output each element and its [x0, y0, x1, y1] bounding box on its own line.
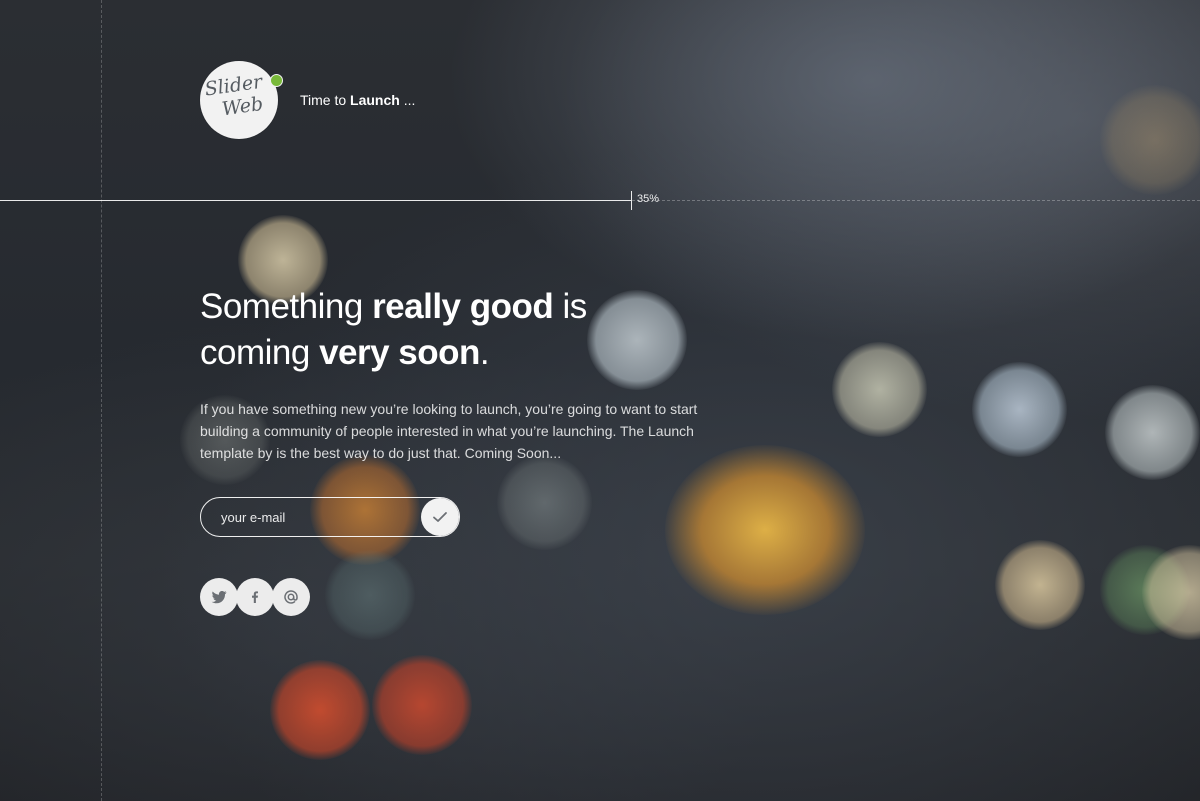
bokeh-light: [270, 660, 370, 760]
headline-part-2: is: [553, 287, 588, 326]
headline-part-3: coming: [200, 333, 320, 372]
bokeh-light: [372, 655, 472, 755]
twitter-icon: [211, 590, 227, 604]
progress-remaining: [632, 200, 1200, 201]
logo-text: Slider Web: [197, 69, 280, 123]
bokeh-light: [1100, 85, 1200, 195]
bokeh-light: [972, 362, 1067, 457]
progress-fill: [0, 200, 631, 201]
headline-part-1: Something: [200, 287, 373, 326]
progress-marker: [631, 191, 632, 210]
submit-button[interactable]: [421, 498, 459, 536]
bokeh-light: [1105, 385, 1200, 480]
twitter-button[interactable]: [200, 578, 238, 616]
facebook-button[interactable]: [236, 578, 274, 616]
progress-label: 35%: [637, 193, 660, 205]
bokeh-light: [832, 342, 927, 437]
tagline-bold: Launch: [350, 92, 400, 108]
bokeh-light: [325, 550, 415, 640]
headline-bold-2: very soon: [319, 333, 480, 372]
email-share-button[interactable]: [272, 578, 310, 616]
checkmark-icon: [433, 512, 447, 522]
bokeh-light: [995, 540, 1085, 630]
tagline-suffix: ...: [399, 92, 416, 108]
headline-bold-1: really good: [372, 287, 554, 326]
bokeh-light: [665, 445, 865, 615]
facebook-icon: [252, 591, 258, 603]
grid-guide-line: [101, 0, 102, 801]
email-input[interactable]: [201, 498, 419, 536]
at-sign-icon: [284, 590, 298, 604]
bokeh-light: [497, 455, 592, 550]
headline-part-4: .: [479, 333, 490, 372]
tagline: Time to Launch ...: [300, 91, 415, 109]
subscribe-form: [200, 497, 460, 537]
tagline-prefix: Time to: [300, 92, 351, 108]
page-headline: Something really good is coming very soo…: [200, 284, 720, 376]
page-description: If you have something new you’re looking…: [200, 401, 698, 461]
logo-badge: [270, 74, 283, 87]
logo[interactable]: Slider Web: [197, 61, 283, 139]
